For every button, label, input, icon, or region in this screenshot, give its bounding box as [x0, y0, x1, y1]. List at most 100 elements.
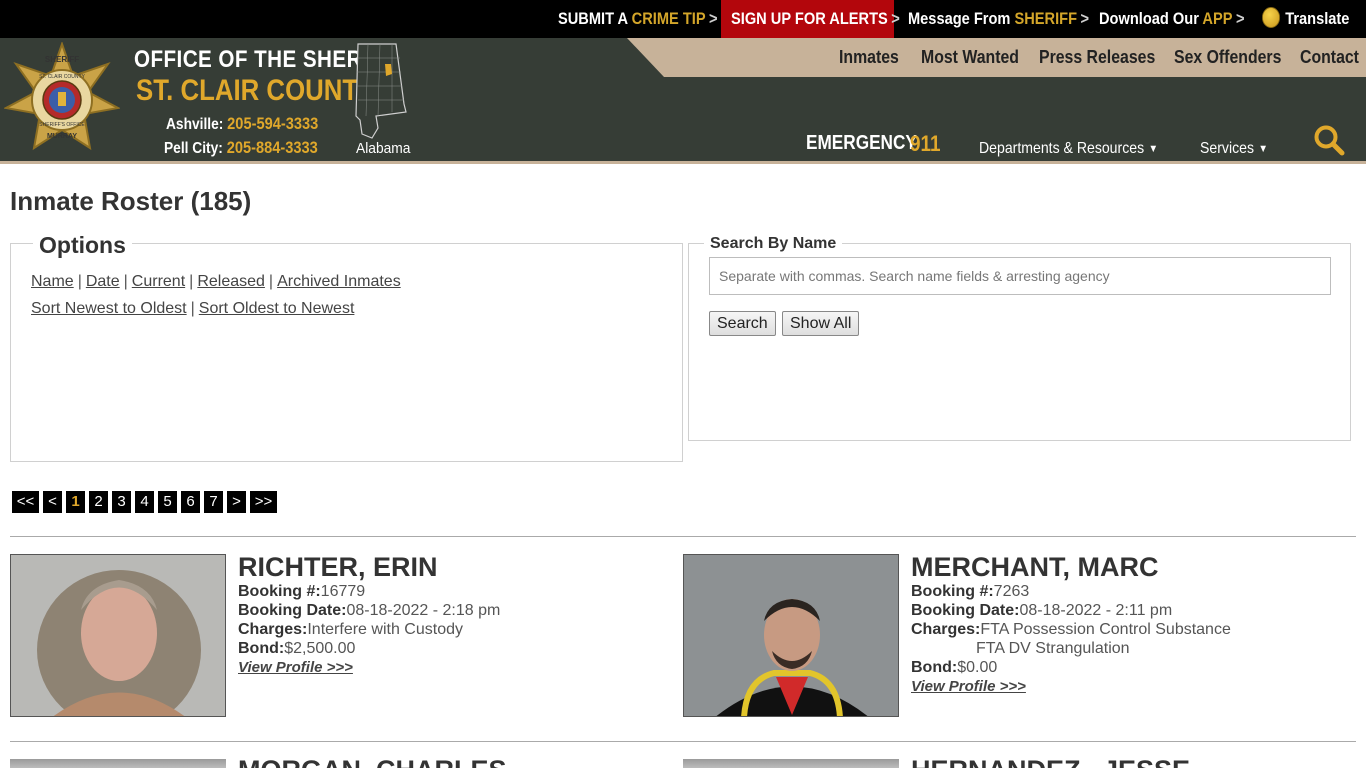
search-legend: Search By Name: [704, 235, 843, 253]
message-text: Message From: [908, 9, 1011, 28]
inmate-name: MORGAN, CHARLES: [238, 755, 507, 768]
sign-up-alerts-link[interactable]: SIGN UP FOR ALERTS >: [731, 0, 900, 38]
separator: |: [123, 273, 128, 290]
page-2[interactable]: 2: [89, 491, 108, 513]
crime-tip-link[interactable]: SUBMIT A CRIME TIP >: [558, 0, 718, 38]
options-panel: Options Name | Date | Current | Released | Archi…: [10, 232, 683, 462]
inmate-booking-number: Booking #:7263: [911, 583, 1029, 601]
page-last[interactable]: >>: [250, 491, 277, 513]
phone-pell-city: Pell City: 205-884-3333: [164, 138, 318, 158]
page-6[interactable]: 6: [181, 491, 200, 513]
page-3[interactable]: 3: [112, 491, 131, 513]
filter-released-link[interactable]: Released: [197, 273, 265, 290]
field-label: Bond:: [238, 640, 285, 657]
search-panel: Search By Name Search Show All: [688, 235, 1351, 441]
crime-tip-text: SUBMIT A: [558, 9, 628, 28]
app-highlight: APP: [1202, 9, 1233, 28]
globe-icon: [1262, 7, 1281, 29]
app-text: Download Our: [1099, 9, 1199, 28]
chevron-right-icon: >: [1080, 9, 1089, 28]
filter-archived-link[interactable]: Archived Inmates: [277, 273, 401, 290]
nav-sex-offenders[interactable]: Sex Offenders: [1174, 47, 1281, 68]
alabama-map-icon: [355, 43, 407, 139]
inmate-name: MERCHANT, MARC: [911, 552, 1159, 582]
page-first[interactable]: <<: [12, 491, 39, 513]
field-label: Booking Date:: [911, 602, 1020, 619]
field-label: Charges:: [911, 621, 981, 638]
inmate-booking-date: Booking Date:08-18-2022 - 2:18 pm: [238, 602, 500, 620]
badge-ring-text-2: SHERIFF'S OFFICE: [39, 122, 85, 128]
translate-button[interactable]: Translate: [1262, 0, 1349, 38]
search-icon[interactable]: [1313, 124, 1345, 156]
divider: [10, 741, 1356, 742]
inmate-mugshot-image: [11, 555, 225, 716]
message-highlight: SHERIFF: [1014, 9, 1078, 28]
alerts-text: SIGN UP FOR ALERTS: [731, 9, 888, 28]
badge-ring-text: ST. CLAIR COUNTY: [39, 74, 86, 80]
phone-number[interactable]: 205-884-3333: [227, 138, 318, 157]
page-1-current[interactable]: 1: [66, 491, 85, 513]
field-value: $0.00: [957, 659, 998, 676]
page-next[interactable]: >: [227, 491, 246, 513]
phone-number[interactable]: 205-594-3333: [227, 114, 318, 133]
sort-oldest-link[interactable]: Sort Oldest to Newest: [199, 300, 355, 317]
nav-inmates[interactable]: Inmates: [839, 47, 899, 68]
phone-city: Pell City:: [164, 140, 223, 157]
search-name-input[interactable]: [709, 257, 1331, 295]
inmate-booking-date: Booking Date:08-18-2022 - 2:11 pm: [911, 602, 1172, 620]
sort-newest-link[interactable]: Sort Newest to Oldest: [31, 300, 187, 317]
page-prev[interactable]: <: [43, 491, 62, 513]
view-profile-link[interactable]: View Profile >>>: [911, 678, 1026, 695]
separator: |: [268, 273, 274, 290]
dropdown-label: Services: [1200, 140, 1254, 157]
sheriff-badge-logo[interactable]: SHERIFF ST. CLAIR COUNTY SHERIFF'S OFFIC…: [4, 42, 120, 156]
charge-item: FTA Possession Control Substance: [980, 621, 1231, 638]
page-5[interactable]: 5: [158, 491, 177, 513]
chevron-right-icon: >: [709, 9, 718, 28]
divider: [10, 536, 1356, 537]
field-label: Booking Date:: [238, 602, 347, 619]
inmate-charges: Charges:Interfere with Custody: [238, 621, 463, 639]
nav-contact[interactable]: Contact: [1300, 47, 1359, 68]
field-label: Charges:: [238, 621, 308, 638]
download-app-link[interactable]: Download Our APP >: [1099, 0, 1244, 38]
view-profile-link[interactable]: View Profile >>>: [238, 659, 353, 676]
translate-label: Translate: [1285, 9, 1350, 28]
emergency-label: EMERGENCY: [806, 132, 917, 154]
chevron-down-icon: ▼: [1148, 143, 1159, 155]
message-from-sheriff-link[interactable]: Message From SHERIFF >: [908, 0, 1089, 38]
inmate-charge-second: FTA DV Strangulation: [976, 640, 1130, 657]
phone-ashville: Ashville: 205-594-3333: [166, 114, 318, 134]
inmate-photo[interactable]: [683, 554, 899, 717]
state-label: Alabama: [356, 140, 411, 157]
sort-links: Sort Newest to Oldest | Sort Oldest to New…: [31, 300, 354, 318]
inmate-photo[interactable]: [10, 554, 226, 717]
search-button[interactable]: Search: [709, 311, 776, 336]
page-4[interactable]: 4: [135, 491, 154, 513]
inmate-photo[interactable]: [683, 759, 899, 768]
nav-most-wanted[interactable]: Most Wanted: [921, 47, 1019, 68]
field-label: Booking #:: [911, 583, 994, 600]
filter-name-link[interactable]: Name: [31, 273, 74, 290]
emergency-number[interactable]: 911: [910, 131, 941, 157]
page-title: Inmate Roster (185): [10, 186, 252, 216]
filter-links: Name | Date | Current | Released | Archived Inma…: [31, 273, 401, 291]
nav-press-releases[interactable]: Press Releases: [1039, 47, 1155, 68]
field-label: Bond:: [911, 659, 958, 676]
separator: |: [190, 300, 195, 317]
field-label: Booking #:: [238, 583, 321, 600]
field-value: $2,500.00: [284, 640, 356, 657]
filter-current-link[interactable]: Current: [132, 273, 185, 290]
chevron-right-icon: >: [1235, 9, 1245, 28]
field-value: 7263: [993, 583, 1030, 600]
page-7[interactable]: 7: [204, 491, 223, 513]
services-dropdown[interactable]: Services ▼: [1200, 140, 1268, 158]
field-value: 08-18-2022 - 2:18 pm: [346, 602, 501, 619]
filter-date-link[interactable]: Date: [86, 273, 120, 290]
show-all-button[interactable]: Show All: [782, 311, 860, 336]
inmate-photo[interactable]: [10, 759, 226, 768]
inmate-charges: Charges:FTA Possession Control Substance: [911, 621, 1231, 639]
separator: |: [77, 273, 82, 290]
badge-bottom-text: MURRAY: [47, 133, 77, 140]
departments-resources-dropdown[interactable]: Departments & Resources ▼: [979, 140, 1158, 158]
